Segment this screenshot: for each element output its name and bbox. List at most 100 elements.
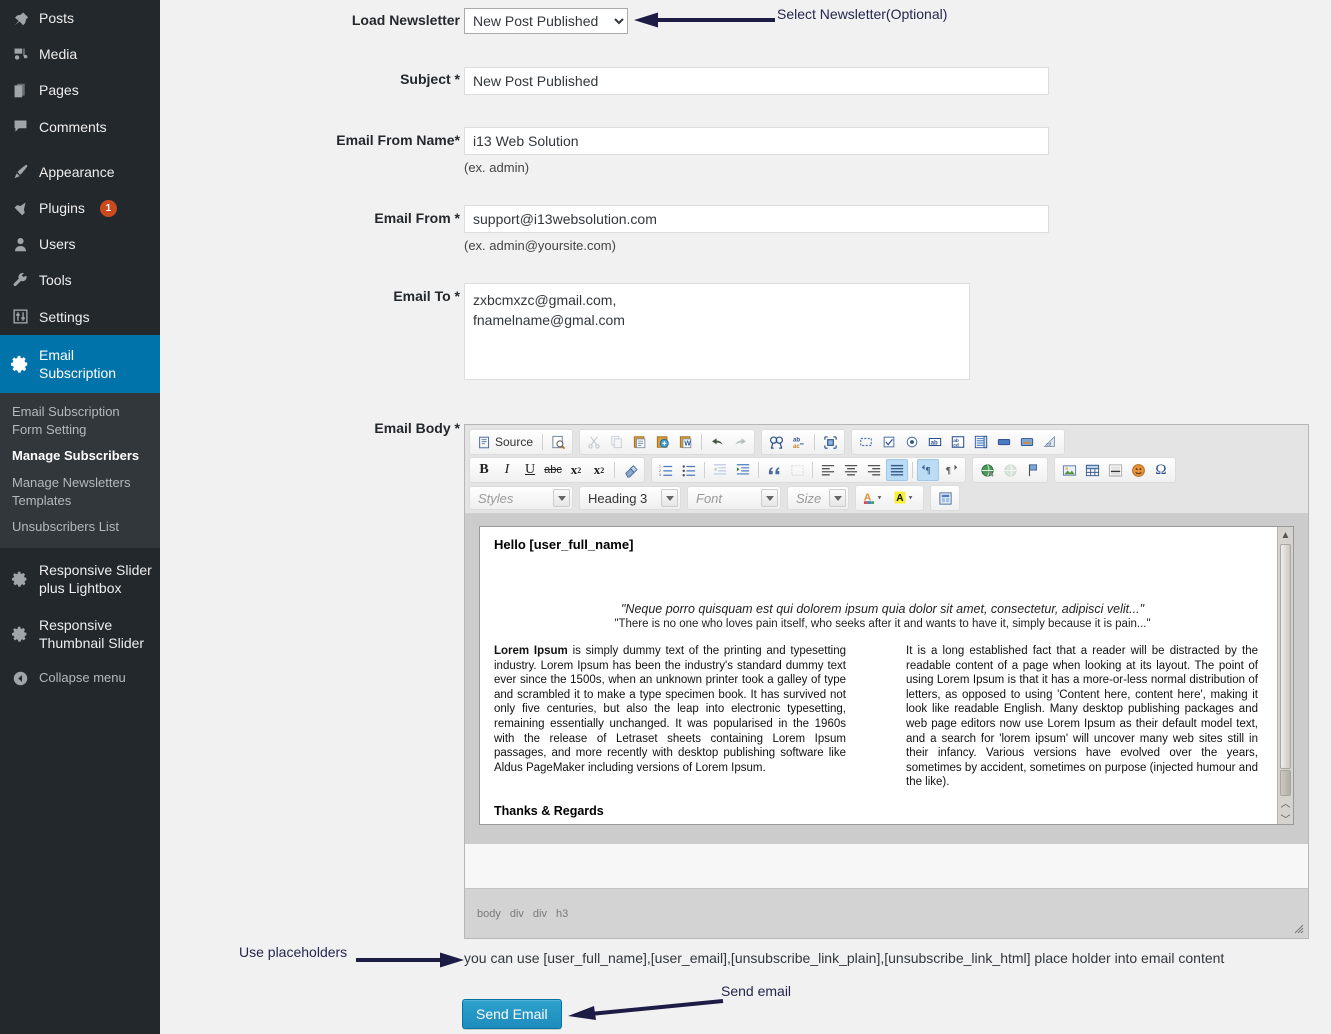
scroll-down-arrow-icon[interactable]: ﹀ — [1278, 810, 1293, 825]
sidebar-label: Appearance — [39, 163, 115, 180]
paste-icon[interactable] — [629, 431, 651, 453]
styles-combo[interactable]: Styles — [469, 486, 573, 510]
sidebar-menu-top: Posts Media Pages Comments Appearance Pl… — [0, 0, 168, 394]
path-segment[interactable]: div — [510, 908, 524, 920]
sidebar-item-settings[interactable]: Settings — [0, 299, 160, 335]
sidebar-item-media[interactable]: Media — [0, 36, 160, 72]
send-email-button[interactable]: Send Email — [462, 999, 562, 1029]
indent-icon[interactable] — [732, 459, 754, 481]
text-field-icon[interactable]: ab — [924, 431, 946, 453]
email-from-input[interactable] — [464, 205, 1049, 233]
copy-icon[interactable] — [606, 431, 628, 453]
path-segment[interactable]: div — [533, 908, 547, 920]
text-direction-ltr-icon[interactable]: ¶ — [917, 459, 939, 481]
sidebar-item-appearance[interactable]: Appearance — [0, 154, 160, 190]
editor-scrollbar[interactable]: ▲ ︿ ﹀ — [1277, 527, 1293, 825]
image-icon[interactable] — [1058, 459, 1080, 481]
scroll-up-arrow-icon[interactable]: ▲ — [1278, 527, 1293, 543]
underline-icon[interactable]: U — [519, 459, 541, 481]
submenu-item-manage-subscribers[interactable]: Manage Subscribers — [0, 443, 160, 469]
blockquote-icon[interactable] — [763, 459, 785, 481]
image-button-icon[interactable] — [1016, 431, 1038, 453]
preview-icon[interactable] — [547, 431, 569, 453]
email-from-name-input[interactable] — [464, 127, 1049, 155]
align-right-icon[interactable] — [863, 459, 885, 481]
templates-icon[interactable] — [934, 487, 956, 509]
sidebar-item-responsive-thumbnail-slider[interactable]: Responsive Thumbnail Slider — [0, 607, 160, 661]
font-combo[interactable]: Font — [687, 486, 781, 510]
email-to-textarea[interactable]: zxbcmxzc@gmail.com, fnamelname@gmal.com — [464, 283, 970, 380]
create-div-icon[interactable] — [786, 459, 808, 481]
scroll-caret-up-icon[interactable]: ︿ — [1278, 794, 1293, 810]
ckeditor-editable-area[interactable]: Hello [user_full_name] "Neque porro quis… — [479, 526, 1294, 825]
wrench-icon — [10, 272, 30, 289]
subscript-icon[interactable]: x2 — [565, 459, 587, 481]
scrollbar-thumb[interactable] — [1280, 544, 1291, 769]
remove-format-icon[interactable] — [619, 459, 641, 481]
unlink-icon[interactable] — [999, 459, 1021, 481]
sidebar-item-posts[interactable]: Posts — [0, 0, 160, 36]
button-icon[interactable] — [993, 431, 1015, 453]
select-field-icon[interactable] — [970, 431, 992, 453]
justify-icon[interactable] — [886, 459, 908, 481]
sidebar-item-plugins[interactable]: Plugins 1 — [0, 190, 160, 226]
cut-icon[interactable] — [583, 431, 605, 453]
paste-text-icon[interactable] — [652, 431, 674, 453]
sidebar-item-pages[interactable]: Pages — [0, 72, 160, 108]
path-segment[interactable]: body — [477, 908, 501, 920]
replace-icon[interactable]: ab ac — [788, 431, 810, 453]
bulleted-list-icon[interactable] — [678, 459, 700, 481]
table-icon[interactable] — [1081, 459, 1103, 481]
italic-icon[interactable]: I — [496, 459, 518, 481]
submenu-item-form-setting[interactable]: Email Subscription Form Setting — [0, 399, 160, 443]
bg-color-icon[interactable]: A — [890, 487, 920, 509]
styles-combo-label: Styles — [478, 490, 514, 506]
find-icon[interactable] — [765, 431, 787, 453]
special-char-icon[interactable]: Ω — [1150, 459, 1172, 481]
align-center-icon[interactable] — [840, 459, 862, 481]
textarea-icon[interactable]: ab cd — [947, 431, 969, 453]
editor-quote-block: "Neque porro quisquam est qui dolorem ip… — [488, 602, 1277, 630]
redo-icon[interactable] — [729, 431, 751, 453]
submenu-item-manage-newsletters-templates[interactable]: Manage Newsletters Templates — [0, 470, 160, 514]
source-button[interactable]: Source — [473, 431, 538, 453]
text-color-icon[interactable]: A — [859, 487, 889, 509]
editor-resize-handle[interactable] — [1292, 922, 1304, 934]
sidebar-item-tools[interactable]: Tools — [0, 262, 160, 298]
load-newsletter-select[interactable]: New Post Published — [464, 8, 628, 34]
submenu-item-unsubscribers-list[interactable]: Unsubscribers List — [0, 514, 160, 540]
chevron-down-icon — [661, 489, 678, 507]
sidebar-item-responsive-slider-plus-lightbox[interactable]: Responsive Slider plus Lightbox — [0, 552, 160, 606]
outdent-icon[interactable] — [709, 459, 731, 481]
label-email-from: Email From * — [374, 210, 460, 226]
checkbox-icon[interactable] — [878, 431, 900, 453]
path-segment[interactable]: h3 — [556, 908, 568, 920]
smiley-icon[interactable] — [1127, 459, 1149, 481]
sidebar-item-users[interactable]: Users — [0, 226, 160, 262]
form-icon[interactable] — [855, 431, 877, 453]
text-direction-rtl-icon[interactable]: ¶ — [940, 459, 962, 481]
size-combo[interactable]: Size — [787, 486, 849, 510]
undo-icon[interactable] — [706, 431, 728, 453]
scrollbar-thumb-lower[interactable] — [1280, 770, 1291, 796]
hidden-field-icon[interactable]: cd — [1039, 431, 1061, 453]
bold-icon[interactable]: B — [473, 459, 495, 481]
subject-input[interactable] — [464, 67, 1049, 95]
horizontal-rule-icon[interactable] — [1104, 459, 1126, 481]
sidebar-item-collapse-menu[interactable]: Collapse menu — [0, 661, 160, 696]
anchor-icon[interactable] — [1022, 459, 1044, 481]
superscript-icon[interactable]: x2 — [588, 459, 610, 481]
label-load-newsletter: Load Newsletter — [351, 12, 460, 28]
select-all-icon[interactable] — [819, 431, 841, 453]
strikethrough-icon[interactable]: abc — [542, 459, 564, 481]
format-combo[interactable]: Heading 3 — [579, 486, 681, 510]
hint-email-from-name: (ex. admin) — [464, 160, 530, 175]
numbered-list-icon[interactable]: 123 — [655, 459, 677, 481]
paste-from-word-icon[interactable]: W — [675, 431, 697, 453]
align-left-icon[interactable] — [817, 459, 839, 481]
link-icon[interactable] — [976, 459, 998, 481]
radio-button-icon[interactable] — [901, 431, 923, 453]
sidebar-item-email-subscription[interactable]: Email Subscription — [0, 334, 168, 394]
annotation-send-email-arrow — [568, 999, 724, 1020]
sidebar-item-comments[interactable]: Comments — [0, 109, 160, 145]
